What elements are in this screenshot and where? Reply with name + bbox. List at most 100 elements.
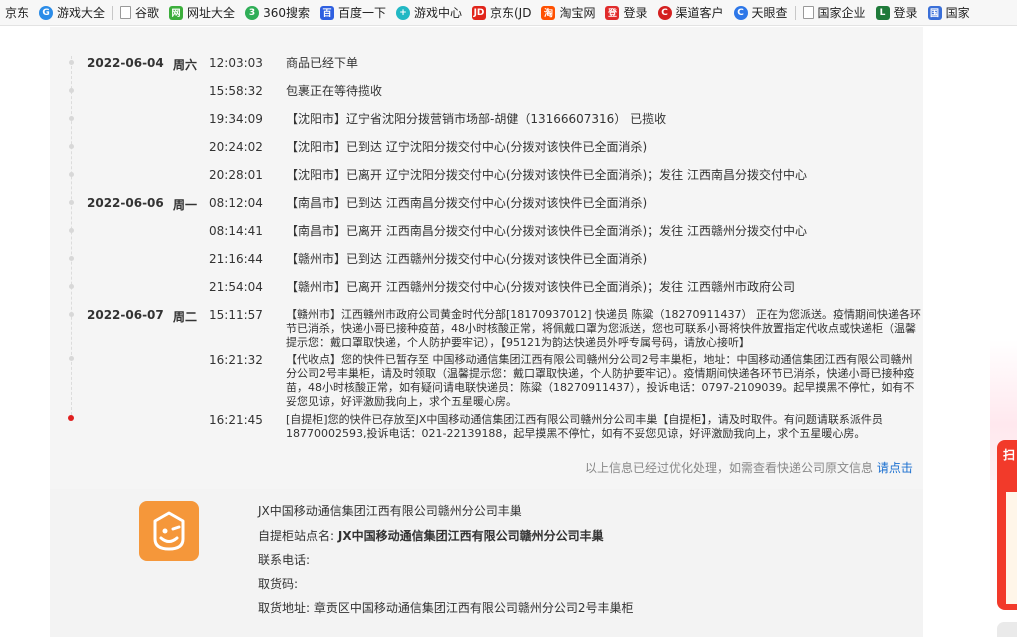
bookmarks-bar: 京东 G 游戏大全 谷歌网网址大全 3 360搜索百百度一下 + 游戏中心 JD 京东(JD 淘淘宝… — [0, 0, 1017, 26]
weekday-label: 周二 — [173, 310, 198, 324]
event-time: 15:11:57 — [209, 308, 263, 322]
bookmark-label: 登录 — [623, 6, 648, 20]
bookmark-label: 京东 — [5, 6, 30, 20]
event-text: 商品已经下单 — [286, 56, 359, 70]
pickup-phone-row: 联系电话: — [258, 551, 310, 568]
bookmark-favicon-icon — [120, 6, 132, 19]
bookmark-favicon-icon: 登 — [605, 5, 620, 20]
bookmark-item[interactable]: 国家企业 — [798, 0, 871, 25]
bookmark-item[interactable]: 网网址大全 — [164, 0, 240, 25]
event-time: 08:12:04 — [209, 196, 263, 210]
phone-label: 联系电话: — [258, 553, 311, 567]
timeline-dot — [69, 228, 74, 233]
pickup-address-row: 取货地址: 章贡区中国移动通信集团江西有限公司赣州分公司2号丰巢柜 — [258, 599, 634, 616]
bookmark-favicon-icon: L — [875, 5, 890, 20]
bookmark-item[interactable]: G 游戏大全 — [34, 0, 110, 25]
bookmark-favicon-icon: 3 — [245, 5, 260, 20]
side-tab[interactable] — [997, 622, 1017, 637]
side-ad-text: 扫 — [1003, 448, 1016, 462]
bookmark-label: 天眼查 — [751, 6, 788, 20]
bookmark-label: 京东(JD — [490, 6, 532, 20]
bookmark-favicon-icon: 网 — [169, 5, 184, 20]
bookmark-item[interactable]: L 登录 — [871, 0, 923, 25]
station-value: JX中国移动通信集团江西有限公司赣州分公司丰巢 — [337, 529, 604, 543]
timeline-rail — [71, 56, 72, 420]
event-text: 【沈阳市】辽宁省沈阳分拨营销市场部-胡健（13166607316） 已揽收 — [286, 112, 667, 126]
event-time: 15:58:32 — [209, 84, 263, 98]
timeline-dot — [69, 116, 74, 121]
event-text: 【南昌市】已到达 江西南昌分拨交付中心(分拨对该快件已全面消杀) — [286, 196, 648, 210]
bookmark-favicon-icon: G — [39, 5, 54, 20]
bookmark-label: 渠道客户 — [675, 6, 724, 20]
event-time: 16:21:45 — [209, 413, 263, 427]
view-original-link[interactable]: 请点击 — [877, 461, 913, 475]
bookmark-favicon-icon: 淘 — [541, 5, 556, 20]
bookmark-label: 国家 — [945, 6, 970, 20]
bookmark-separator — [112, 5, 114, 20]
event-time: 21:54:04 — [209, 280, 263, 294]
timeline-dot — [69, 284, 74, 289]
weekday-label: 周一 — [173, 198, 198, 212]
pickup-station-row: 自提柜站点名: JX中国移动通信集团江西有限公司赣州分公司丰巢 — [258, 527, 604, 544]
timeline-dot-latest — [68, 415, 74, 421]
bookmark-item[interactable]: 登登录 — [600, 0, 652, 25]
event-time: 08:14:41 — [209, 224, 263, 238]
timeline-dot — [69, 144, 74, 149]
event-text: 【南昌市】已离开 江西南昌分拨交付中心(分拨对该快件已全面消杀)；发往 江西赣州… — [286, 224, 807, 238]
bookmark-label: 国家企业 — [817, 6, 866, 20]
event-time: 20:28:01 — [209, 168, 263, 182]
bookmark-favicon-icon — [802, 6, 814, 19]
event-text: 【沈阳市】已到达 辽宁沈阳分拨交付中心(分拨对该快件已全面消杀) — [286, 140, 648, 154]
bookmark-label: 淘宝网 — [559, 6, 596, 20]
bookmark-item[interactable]: C 渠道客户 — [653, 0, 729, 25]
date-label: 2022-06-04 — [87, 56, 164, 70]
bookmark-label: 游戏中心 — [413, 6, 462, 20]
bookmark-item[interactable]: C 天眼查 — [729, 0, 793, 25]
timeline-dot — [69, 200, 74, 205]
event-time: 12:03:03 — [209, 56, 263, 70]
bookmark-label: 登录 — [893, 6, 918, 20]
side-ad-panel — [1006, 492, 1017, 604]
timeline-dot — [69, 256, 74, 261]
event-time: 16:21:32 — [209, 353, 263, 367]
bookmark-item[interactable]: 京东 — [0, 0, 34, 25]
bookmark-favicon-icon: 国 — [927, 5, 942, 20]
bookmark-item[interactable]: 淘淘宝网 — [536, 0, 600, 25]
station-label: 自提柜站点名: — [258, 529, 335, 543]
date-label: 2022-06-06 — [87, 196, 164, 210]
bookmark-label: 谷歌 — [135, 6, 160, 20]
address-label: 取货地址: — [258, 601, 311, 615]
bookmark-item[interactable]: 谷歌 — [115, 0, 164, 25]
bookmark-favicon-icon: 百 — [319, 5, 334, 20]
bookmark-item[interactable]: + 游戏中心 — [391, 0, 467, 25]
timeline-dot — [69, 88, 74, 93]
event-text: 【赣州市】江西赣州市政府公司黄金时代分部[18170937012] 快递员 陈粱… — [286, 308, 922, 349]
bookmark-separator — [794, 5, 796, 20]
bookmark-item[interactable]: JD 京东(JD — [467, 0, 536, 25]
event-time: 20:24:02 — [209, 140, 263, 154]
bookmark-item[interactable]: 国国家 — [923, 0, 975, 25]
bookmark-label: 360搜索 — [263, 6, 310, 20]
bookmark-favicon-icon: C — [657, 5, 672, 20]
note-text: 以上信息已经过优化处理，如需查看快递公司原文信息 — [585, 461, 874, 475]
event-text: 【赣州市】已离开 江西赣州分拨交付中心(分拨对该快件已全面消杀)；发往 江西赣州… — [286, 280, 795, 294]
timeline-dot — [69, 172, 74, 177]
bookmark-favicon-icon: JD — [472, 5, 486, 20]
bookmark-item[interactable]: 百百度一下 — [315, 0, 391, 25]
bookmark-label: 游戏大全 — [57, 6, 106, 20]
code-label: 取货码: — [258, 577, 299, 591]
timeline-dot — [69, 312, 74, 317]
hive-box-logo — [139, 501, 199, 561]
event-text: 【沈阳市】已离开 辽宁沈阳分拨交付中心(分拨对该快件已全面消杀)；发往 江西南昌… — [286, 168, 807, 182]
bookmark-label: 网址大全 — [187, 6, 236, 20]
bookmark-item[interactable]: 3 360搜索 — [240, 0, 315, 25]
date-label: 2022-06-07 — [87, 308, 164, 322]
pickup-company-name: JX中国移动通信集团江西有限公司赣州分公司丰巢 — [258, 504, 522, 518]
pickup-code-row: 取货码: — [258, 575, 298, 592]
timeline-dot — [69, 60, 74, 65]
bird-icon — [153, 511, 185, 551]
bookmark-favicon-icon: C — [733, 5, 748, 20]
weekday-label: 周六 — [173, 58, 198, 72]
event-text: [自提柜]您的快件已存放至JX中国移动通信集团江西有限公司赣州分公司丰巢【自提柜… — [286, 413, 883, 440]
event-time: 19:34:09 — [209, 112, 263, 126]
